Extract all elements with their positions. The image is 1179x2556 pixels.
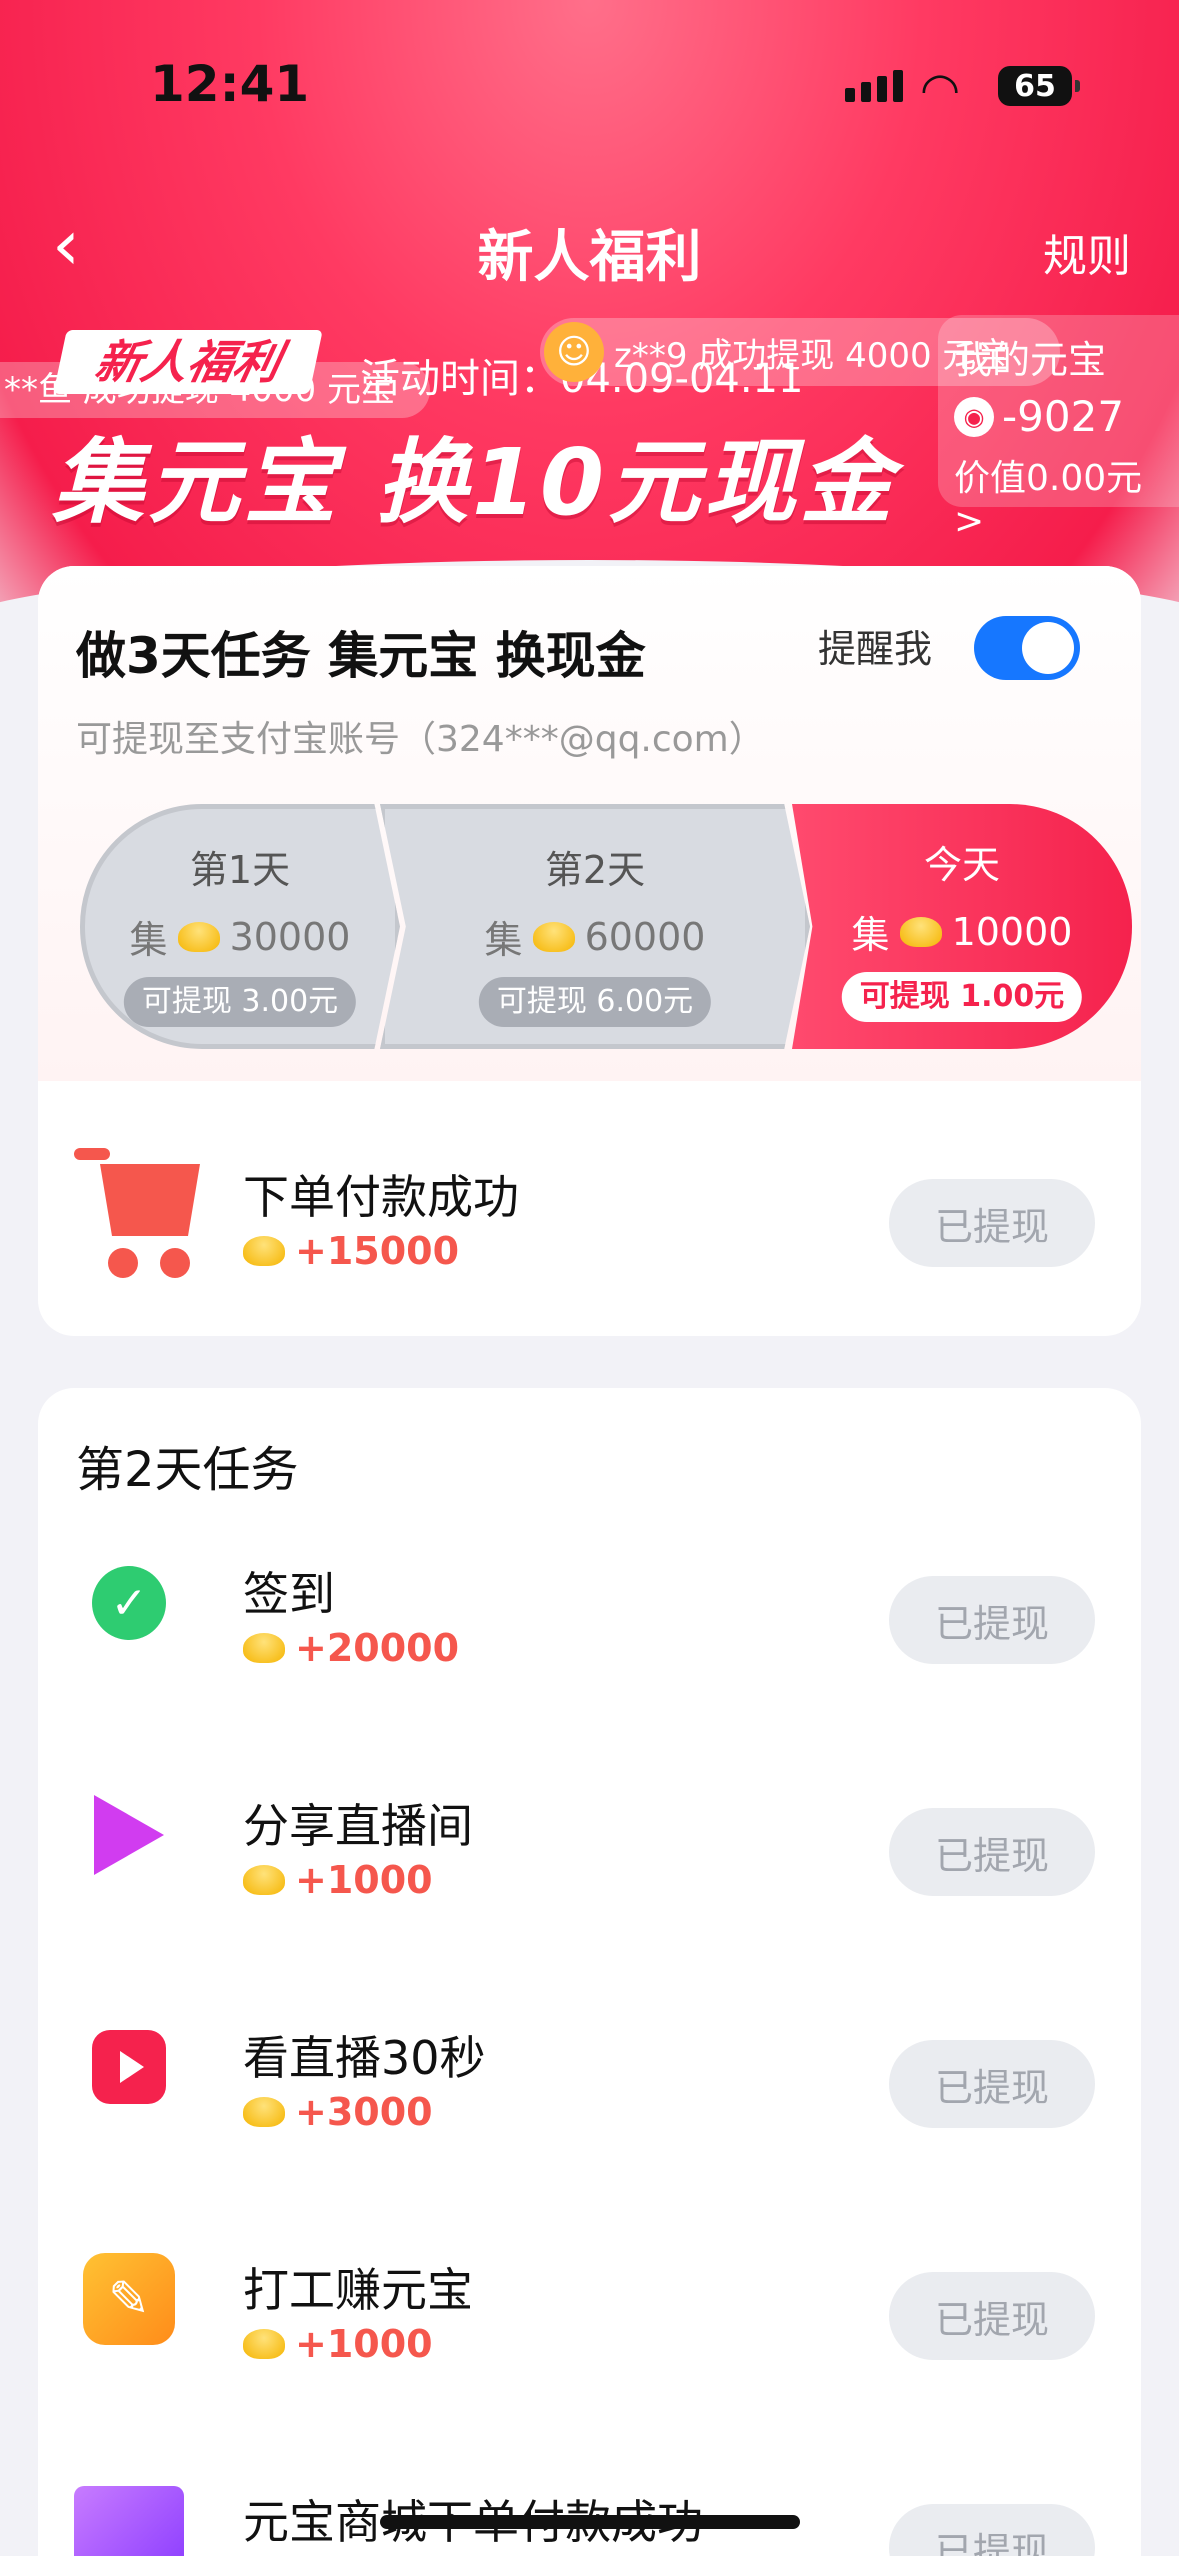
shopping-bag-icon xyxy=(74,2476,184,2556)
withdrawn-button[interactable]: 已提现 xyxy=(889,1179,1095,1267)
shopping-cart-icon xyxy=(74,1148,200,1278)
section-title: 第2天任务 xyxy=(76,1442,299,1498)
task-row-checkin: ✓ 签到 +20000 已提现 xyxy=(38,1518,1141,1698)
day-title: 第1天 xyxy=(189,848,291,892)
day-prefix: 集 xyxy=(484,918,523,962)
yuanbao-coin-icon: ◉ xyxy=(954,396,994,437)
card-title: 做3天任务 集元宝 换现金 xyxy=(76,627,646,685)
status-time: 12:41 xyxy=(150,55,310,113)
day-progress: 第1天 集 30000 可提现 3.00元 第2天 集 60000 可提现 6.… xyxy=(80,804,1132,1054)
day-withdraw-pill: 可提现 1.00元 xyxy=(841,972,1083,1022)
page-title: 新人福利 xyxy=(477,225,702,290)
day-title: 今天 xyxy=(923,843,1000,887)
task-reward-value: +3000 xyxy=(295,2090,433,2134)
avatar: ☺ xyxy=(544,322,604,382)
task-row-mall-order: 元宝商城下单付款成功 已提现 xyxy=(38,2446,1141,2556)
hero-headline: 集元宝 换10元现金 xyxy=(52,429,897,536)
my-yuanbao-value-row: ◉ -9027 xyxy=(954,392,1179,441)
remind-toggle[interactable] xyxy=(974,616,1080,680)
task-reward: +3000 xyxy=(243,2090,433,2134)
battery-icon: 65 xyxy=(998,66,1080,106)
my-yuanbao-worth: 价值0.00元 > xyxy=(954,458,1143,542)
withdrawn-button[interactable]: 已提现 xyxy=(889,1808,1095,1896)
task-row-work: ✎ 打工赚元宝 +1000 已提现 xyxy=(38,2214,1141,2394)
task-title: 下单付款成功 xyxy=(243,1170,519,1224)
withdrawn-button[interactable]: 已提现 xyxy=(889,2504,1095,2556)
day-prefix: 集 xyxy=(851,913,890,957)
task-reward-value: +1000 xyxy=(295,2322,433,2366)
task-reward: +15000 xyxy=(243,1229,459,1273)
task-title: 签到 xyxy=(243,1567,335,1621)
yuanbao-icon xyxy=(243,1236,285,1266)
battery-level: 65 xyxy=(1014,68,1056,104)
yuanbao-icon xyxy=(899,916,942,947)
task-title: 看直播30秒 xyxy=(243,2031,486,2085)
remind-label: 提醒我 xyxy=(818,627,933,671)
wifi-icon: ◠ xyxy=(920,62,961,116)
yuanbao-icon xyxy=(243,2097,285,2127)
my-yuanbao-panel[interactable]: 我的元宝 ◉ -9027 价值0.00元 > xyxy=(938,315,1179,542)
task-title: 打工赚元宝 xyxy=(243,2263,473,2317)
day-prefix: 集 xyxy=(129,918,168,962)
task-reward: +1000 xyxy=(243,2322,433,2366)
day-title: 第2天 xyxy=(544,848,646,892)
new-user-badge: 新人福利 xyxy=(53,330,323,394)
navigation-bar: ‹ 新人福利 规则 xyxy=(0,200,1179,290)
day-amount: 30000 xyxy=(229,914,351,959)
day-withdraw-pill: 可提现 6.00元 xyxy=(478,977,712,1027)
yuanbao-icon xyxy=(243,1633,285,1663)
task-reward: +20000 xyxy=(243,1626,459,1670)
day-amount: 10000 xyxy=(951,909,1073,954)
day-step-1: 第1天 集 30000 可提现 3.00元 xyxy=(80,804,400,1049)
yuanbao-icon xyxy=(532,921,575,952)
play-icon xyxy=(74,2012,184,2122)
day-amount-row: 集 60000 xyxy=(385,909,805,964)
task-reward-value: +1000 xyxy=(295,1858,433,1902)
rules-link[interactable]: 规则 xyxy=(1043,220,1131,284)
task-reward-value: +20000 xyxy=(295,1626,460,1670)
status-bar: 12:41 ◠ 65 xyxy=(0,0,1179,170)
my-yuanbao-label: 我的元宝 xyxy=(954,338,1107,382)
day-withdraw-pill: 可提现 3.00元 xyxy=(123,977,357,1027)
yuanbao-icon xyxy=(243,1865,285,1895)
task-row-order: 下单付款成功 +15000 已提现 xyxy=(38,1121,1141,1301)
work-icon: ✎ xyxy=(74,2244,184,2354)
withdrawn-button[interactable]: 已提现 xyxy=(889,1576,1095,1664)
alipay-account-text: 可提现至支付宝账号（324***@qq.com） xyxy=(76,719,765,760)
task-reward: +1000 xyxy=(243,1858,433,1902)
task-row-share: 分享直播间 +1000 已提现 xyxy=(38,1750,1141,1930)
task-row-watch-live: 看直播30秒 +3000 已提现 xyxy=(38,1982,1141,2162)
day2-task-card: 第2天任务 ✓ 签到 +20000 已提现 分享直播间 +1000 已提现 看直… xyxy=(38,1388,1141,2556)
day-amount-row: 集 10000 xyxy=(792,904,1132,959)
check-icon: ✓ xyxy=(74,1548,184,1658)
my-yuanbao-value: -9027 xyxy=(1002,392,1125,441)
day-step-2: 第2天 集 60000 可提现 6.00元 xyxy=(380,804,810,1049)
withdrawn-button[interactable]: 已提现 xyxy=(889,2272,1095,2360)
day-step-today: 今天 集 10000 可提现 1.00元 xyxy=(792,804,1132,1049)
day-amount: 60000 xyxy=(584,914,706,959)
task-title: 分享直播间 xyxy=(243,1799,473,1853)
cellular-signal-icon xyxy=(845,70,903,102)
share-icon xyxy=(74,1780,184,1890)
day-amount-row: 集 30000 xyxy=(85,909,395,964)
home-indicator xyxy=(380,2515,800,2529)
task-card-main: 做3天任务 集元宝 换现金 提醒我 可提现至支付宝账号（324***@qq.co… xyxy=(38,566,1141,1336)
task-reward-value: +15000 xyxy=(295,1229,460,1273)
yuanbao-icon xyxy=(243,2329,285,2359)
yuanbao-icon xyxy=(177,921,220,952)
withdrawn-button[interactable]: 已提现 xyxy=(889,2040,1095,2128)
